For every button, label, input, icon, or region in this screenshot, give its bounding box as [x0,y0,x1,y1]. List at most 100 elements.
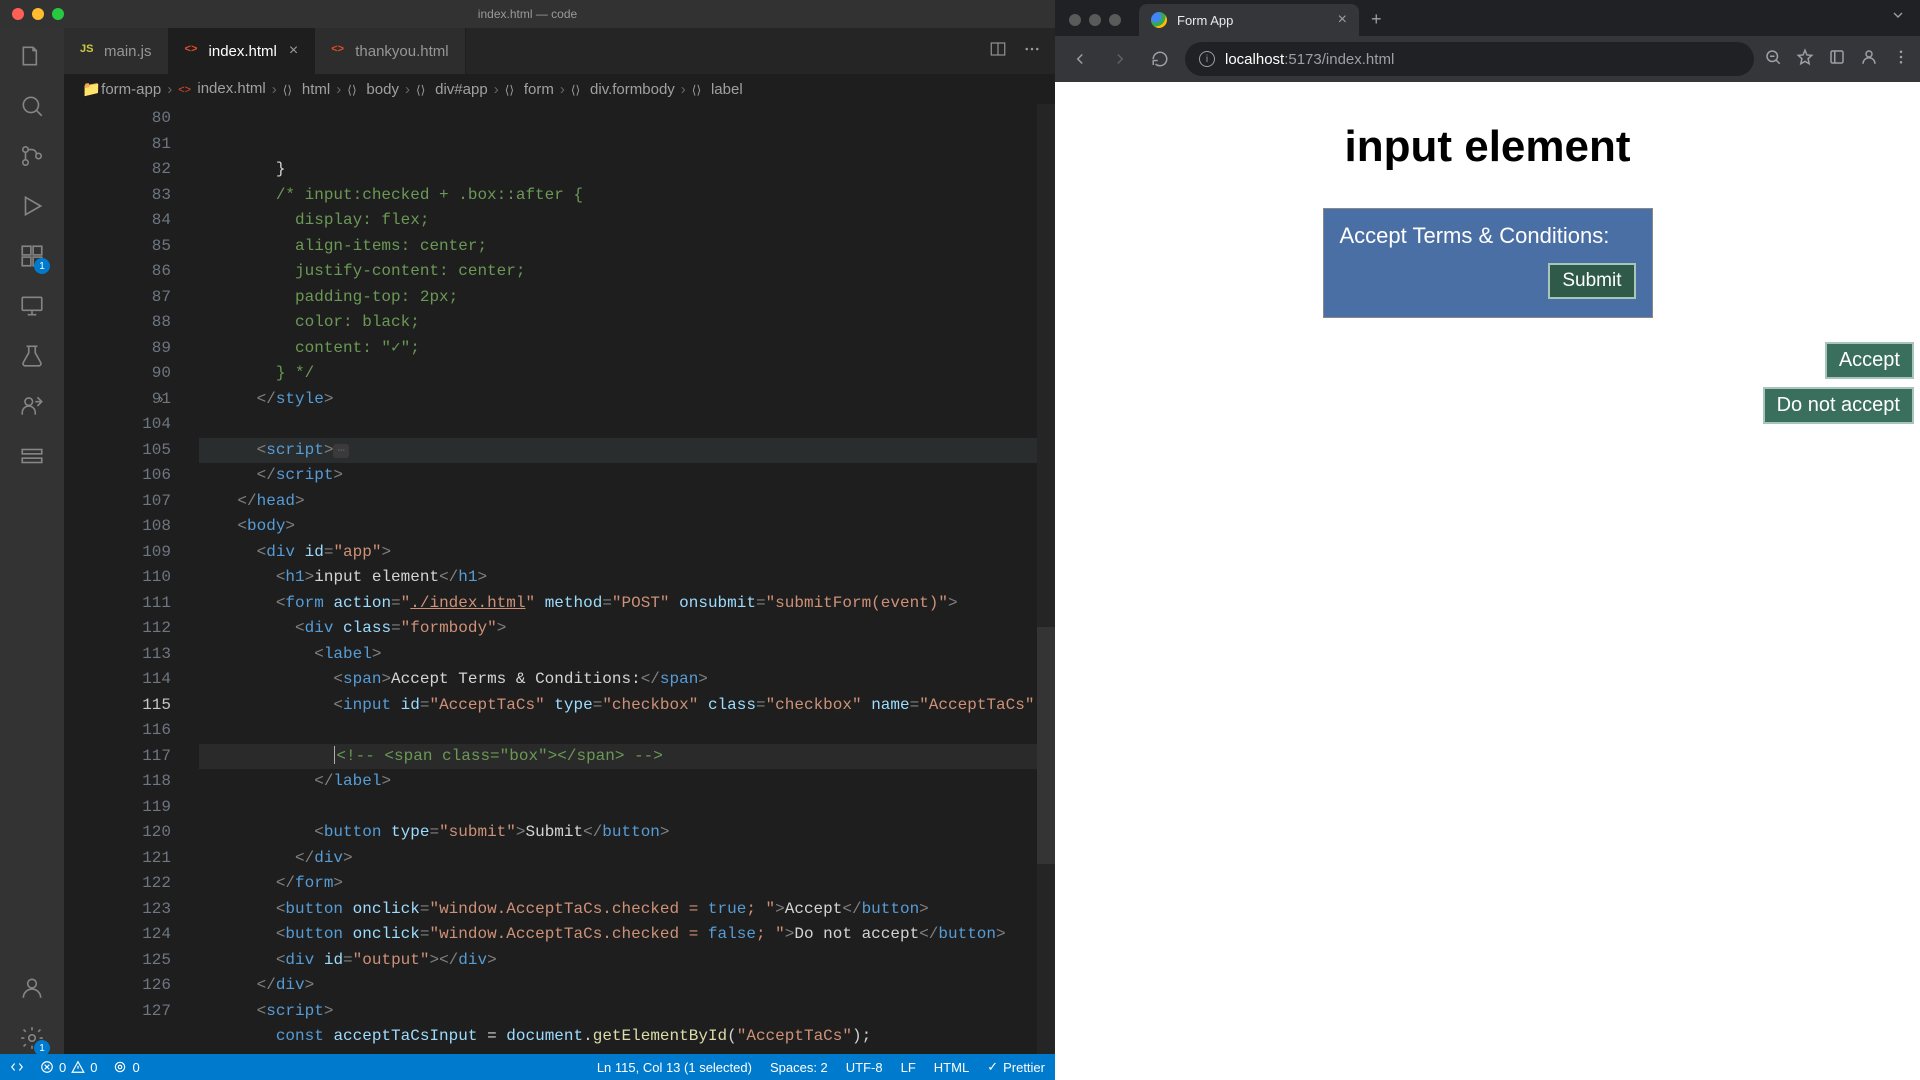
minimize-window-button[interactable] [32,8,44,20]
code-line[interactable]: justify-content: center; [199,259,1055,285]
minimap[interactable] [1037,104,1055,1054]
code-line[interactable] [199,795,1055,821]
code-line[interactable]: <div id="app"> [199,540,1055,566]
close-tab-icon[interactable]: × [1338,11,1347,29]
code-line[interactable]: color: black; [199,310,1055,336]
code-line[interactable] [199,718,1055,744]
breadcrumb[interactable]: 📁 form-app›<> index.html›⟨⟩ html›⟨⟩ body… [64,74,1055,104]
breadcrumb-item[interactable]: <> index.html [178,80,266,98]
code-line[interactable]: </div> [199,846,1055,872]
settings-gear-icon[interactable]: 1 [16,1022,48,1054]
code-line[interactable]: <label> [199,642,1055,668]
editor-tab[interactable]: <>thankyou.html [315,28,465,74]
problems-indicator[interactable]: 0 0 [40,1060,97,1075]
formatter[interactable]: ✓ Prettier [987,1059,1045,1075]
breadcrumb-item[interactable]: ⟨⟩ form [505,81,554,98]
close-window-button[interactable] [12,8,24,20]
code-line[interactable]: const acceptTaCsInput = document.getElem… [199,1024,1055,1050]
code-line[interactable]: <span>Accept Terms & Conditions:</span> [199,667,1055,693]
code-line[interactable]: <script>⋯ [199,438,1055,464]
code-editor[interactable]: 808182838485868788899091›104105106107108… [64,104,1055,1054]
accounts-icon[interactable] [16,972,48,1004]
breadcrumb-item[interactable]: ⟨⟩ html [283,81,331,98]
more-actions-icon[interactable] [1023,40,1041,63]
ports-indicator[interactable]: 0 [113,1060,139,1075]
encoding[interactable]: UTF-8 [846,1060,883,1075]
profile-avatar-icon[interactable] [1860,48,1878,71]
search-icon[interactable] [16,90,48,122]
site-info-icon[interactable]: i [1199,51,1215,67]
editor-tab[interactable]: JSmain.js [64,28,169,74]
maximize-window-button[interactable] [52,8,64,20]
live-share-icon[interactable] [16,390,48,422]
testing-icon[interactable] [16,340,48,372]
browser-close-button[interactable] [1069,14,1081,26]
code-line[interactable]: </script> [199,463,1055,489]
language-mode[interactable]: HTML [934,1060,969,1075]
explorer-icon[interactable] [16,40,48,72]
address-bar[interactable]: i localhost:5173/index.html [1185,42,1754,76]
code-line[interactable]: acceptTaCsInput.addEventListener("change… [199,1050,1055,1055]
do-not-accept-button[interactable]: Do not accept [1763,387,1914,424]
bookmark-star-icon[interactable] [1796,48,1814,71]
new-tab-button[interactable]: + [1359,9,1394,36]
code-line[interactable]: content: "✓"; [199,336,1055,362]
browser-minimize-button[interactable] [1089,14,1101,26]
zoom-icon[interactable] [1764,48,1782,71]
remote-explorer-icon[interactable] [16,290,48,322]
code-line[interactable]: <div class="formbody"> [199,616,1055,642]
code-line[interactable]: padding-top: 2px; [199,285,1055,311]
code-line[interactable]: </form> [199,871,1055,897]
code-line[interactable]: <div id="output"></div> [199,948,1055,974]
code-line[interactable]: display: flex; [199,208,1055,234]
submit-button[interactable]: Submit [1548,263,1635,299]
brackets-icon: ⟨⟩ [692,82,707,97]
breadcrumb-item[interactable]: ⟨⟩ body [347,81,399,98]
browser-tab[interactable]: Form App × [1139,4,1359,36]
breadcrumb-item[interactable]: ⟨⟩ label [692,81,743,98]
code-line[interactable]: <button onclick="window.AcceptTaCs.check… [199,922,1055,948]
reading-list-icon[interactable] [1828,48,1846,71]
code-line[interactable]: /* input:checked + .box::after { [199,183,1055,209]
code-line[interactable] [199,412,1055,438]
code-line[interactable]: </head> [199,489,1055,515]
code-line[interactable]: <input id="AcceptTaCs" type="checkbox" c… [199,693,1055,719]
code-line[interactable]: } [199,157,1055,183]
run-debug-icon[interactable] [16,190,48,222]
reload-button[interactable] [1145,44,1175,74]
breadcrumb-item[interactable]: ⟨⟩ div.formbody [571,81,675,98]
editor-tab[interactable]: <>index.html× [169,28,316,74]
close-tab-icon[interactable]: × [289,42,298,60]
code-line[interactable]: </label> [199,769,1055,795]
eol[interactable]: LF [901,1060,916,1075]
source-control-icon[interactable] [16,140,48,172]
code-line[interactable]: <body> [199,514,1055,540]
extensions-icon[interactable]: 1 [16,240,48,272]
forward-button[interactable] [1105,44,1135,74]
breadcrumb-item[interactable]: ⟨⟩ div#app [416,81,488,98]
accept-button[interactable]: Accept [1825,342,1914,379]
code-line[interactable]: <button type="submit">Submit</button> [199,820,1055,846]
terms-label[interactable]: Accept Terms & Conditions: [1340,223,1636,249]
code-line[interactable]: <h1>input element</h1> [199,565,1055,591]
thunder-client-icon[interactable] [16,440,48,472]
code-line[interactable]: <script> [199,999,1055,1025]
indentation[interactable]: Spaces: 2 [770,1060,828,1075]
cursor-position[interactable]: Ln 115, Col 13 (1 selected) [597,1060,752,1075]
menu-icon[interactable] [1892,48,1910,71]
back-button[interactable] [1065,44,1095,74]
code-line[interactable]: } */ [199,361,1055,387]
code-content[interactable]: } /* input:checked + .box::after { displ… [199,104,1055,1054]
split-editor-icon[interactable] [989,40,1007,63]
code-line[interactable]: <!-- <span class="box"></span> --> [199,744,1055,770]
fold-chevron-icon[interactable]: › [157,387,165,413]
code-line[interactable]: align-items: center; [199,234,1055,260]
remote-indicator[interactable] [10,1060,24,1074]
code-line[interactable]: <button onclick="window.AcceptTaCs.check… [199,897,1055,923]
browser-maximize-button[interactable] [1109,14,1121,26]
breadcrumb-item[interactable]: 📁 form-app [82,81,161,98]
code-line[interactable]: </div> [199,973,1055,999]
code-line[interactable]: <form action="./index.html" method="POST… [199,591,1055,617]
expand-tabs-icon[interactable] [1890,7,1920,36]
code-line[interactable]: </style> [199,387,1055,413]
